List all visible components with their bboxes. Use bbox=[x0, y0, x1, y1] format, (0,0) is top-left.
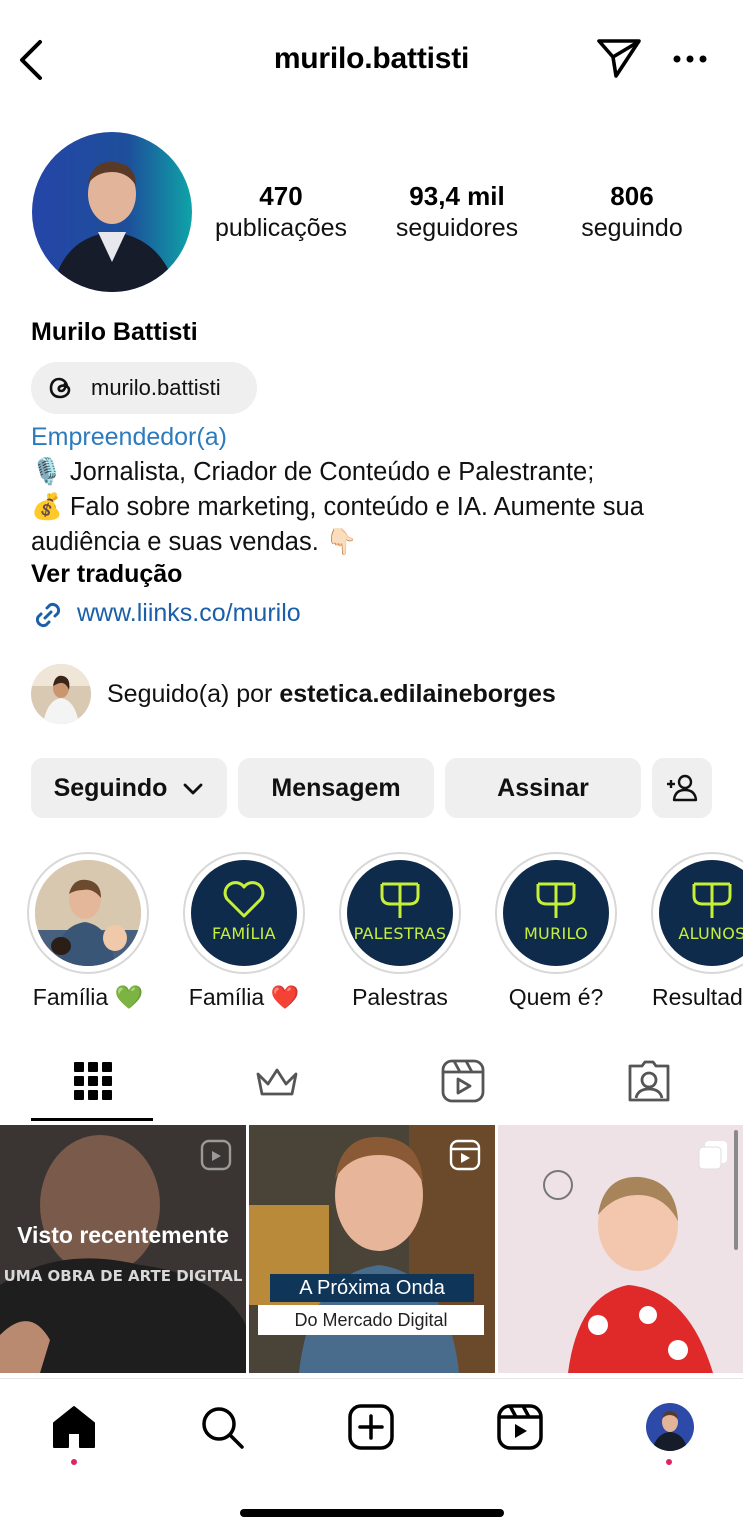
profile-bio: 🎙️ Jornalista, Criador de Conteúdo e Pal… bbox=[31, 455, 721, 560]
post-thumbnail-1[interactable]: UMA OBRA DE ARTE DIGITAL Visto recenteme… bbox=[0, 1125, 246, 1373]
following-button[interactable]: Seguindo bbox=[31, 758, 227, 818]
reel-badge-icon bbox=[449, 1139, 481, 1171]
brand-logo-icon bbox=[380, 882, 420, 918]
crown-icon[interactable] bbox=[254, 1058, 300, 1104]
scrollbar[interactable] bbox=[734, 1130, 738, 1250]
see-translation-link[interactable]: Ver tradução bbox=[31, 560, 182, 589]
subscribe-button[interactable]: Assinar bbox=[445, 758, 641, 818]
bio-line-1: 🎙️ Jornalista, Criador de Conteúdo e Pal… bbox=[31, 458, 595, 486]
threads-badge[interactable]: murilo.battisti bbox=[31, 362, 257, 414]
post-thumbnail-2[interactable] bbox=[249, 1125, 495, 1373]
add-user-icon bbox=[667, 774, 698, 802]
followers-count[interactable]: 93,4 mil seguidores bbox=[384, 180, 530, 244]
brand-logo-icon bbox=[536, 882, 576, 918]
bottom-navigation bbox=[0, 1378, 743, 1536]
search-icon[interactable] bbox=[198, 1403, 246, 1451]
heart-icon bbox=[223, 881, 265, 918]
profile-avatar[interactable] bbox=[32, 132, 192, 292]
followed-by-username[interactable]: estetica.edilaineborges bbox=[279, 680, 556, 708]
profile-content-tabs bbox=[0, 1040, 743, 1126]
highlight-familia-2[interactable]: FAMÍLIA Família ❤️ bbox=[182, 852, 306, 1011]
suggest-users-button[interactable] bbox=[652, 758, 712, 818]
followed-by-row[interactable]: Seguido(a) por estetica.edilaineborges bbox=[31, 664, 721, 724]
carousel-badge-icon bbox=[698, 1141, 727, 1170]
paper-plane-icon[interactable] bbox=[596, 36, 642, 80]
posts-grid: UMA OBRA DE ARTE DIGITAL Visto recenteme… bbox=[0, 1125, 743, 1375]
active-tab-indicator bbox=[31, 1118, 153, 1121]
follower-avatar bbox=[31, 664, 91, 724]
post-caption-title: A Próxima Onda bbox=[270, 1274, 474, 1302]
chevron-down-icon bbox=[184, 783, 203, 795]
post-caption-subtitle: Do Mercado Digital bbox=[258, 1305, 484, 1335]
grid-icon[interactable] bbox=[70, 1058, 116, 1104]
following-count[interactable]: 806 seguindo bbox=[568, 180, 696, 244]
highlight-cover-photo bbox=[35, 860, 141, 966]
top-bar: murilo.battisti bbox=[0, 20, 743, 100]
home-icon[interactable] bbox=[50, 1403, 98, 1451]
notification-dot bbox=[666, 1459, 672, 1465]
post-caption-bg: UMA OBRA DE ARTE DIGITAL bbox=[4, 1267, 243, 1285]
highlight-resultados[interactable]: ALUNOS Resultad bbox=[650, 852, 743, 1011]
highlight-palestras[interactable]: PALESTRAS Palestras bbox=[338, 852, 462, 1011]
create-icon[interactable] bbox=[347, 1403, 395, 1451]
highlight-quem-e[interactable]: MURILO Quem é? bbox=[494, 852, 618, 1011]
notification-dot bbox=[71, 1459, 77, 1465]
highlight-familia-1[interactable]: Família 💚 bbox=[26, 852, 150, 1011]
threads-icon bbox=[49, 377, 71, 399]
home-indicator bbox=[240, 1509, 504, 1517]
bio-line-2: 💰 Falo sobre marketing, conteúdo e IA. A… bbox=[31, 493, 644, 556]
posts-count[interactable]: 470 publicações bbox=[206, 180, 356, 244]
reels-icon[interactable] bbox=[440, 1058, 486, 1104]
tagged-icon[interactable] bbox=[626, 1058, 672, 1104]
more-horizontal-icon[interactable] bbox=[670, 44, 710, 74]
link-icon bbox=[35, 602, 61, 628]
recently-seen-label: Visto recentemente bbox=[17, 1222, 229, 1248]
message-button[interactable]: Mensagem bbox=[238, 758, 434, 818]
profile-display-name: Murilo Battisti bbox=[31, 318, 198, 346]
reel-badge-icon bbox=[200, 1139, 232, 1171]
reels-icon[interactable] bbox=[496, 1403, 544, 1451]
profile-avatar[interactable] bbox=[646, 1403, 694, 1451]
post-thumbnail-3[interactable] bbox=[498, 1125, 743, 1373]
brand-logo-icon bbox=[692, 882, 732, 918]
profile-category: Empreendedor(a) bbox=[31, 423, 227, 451]
